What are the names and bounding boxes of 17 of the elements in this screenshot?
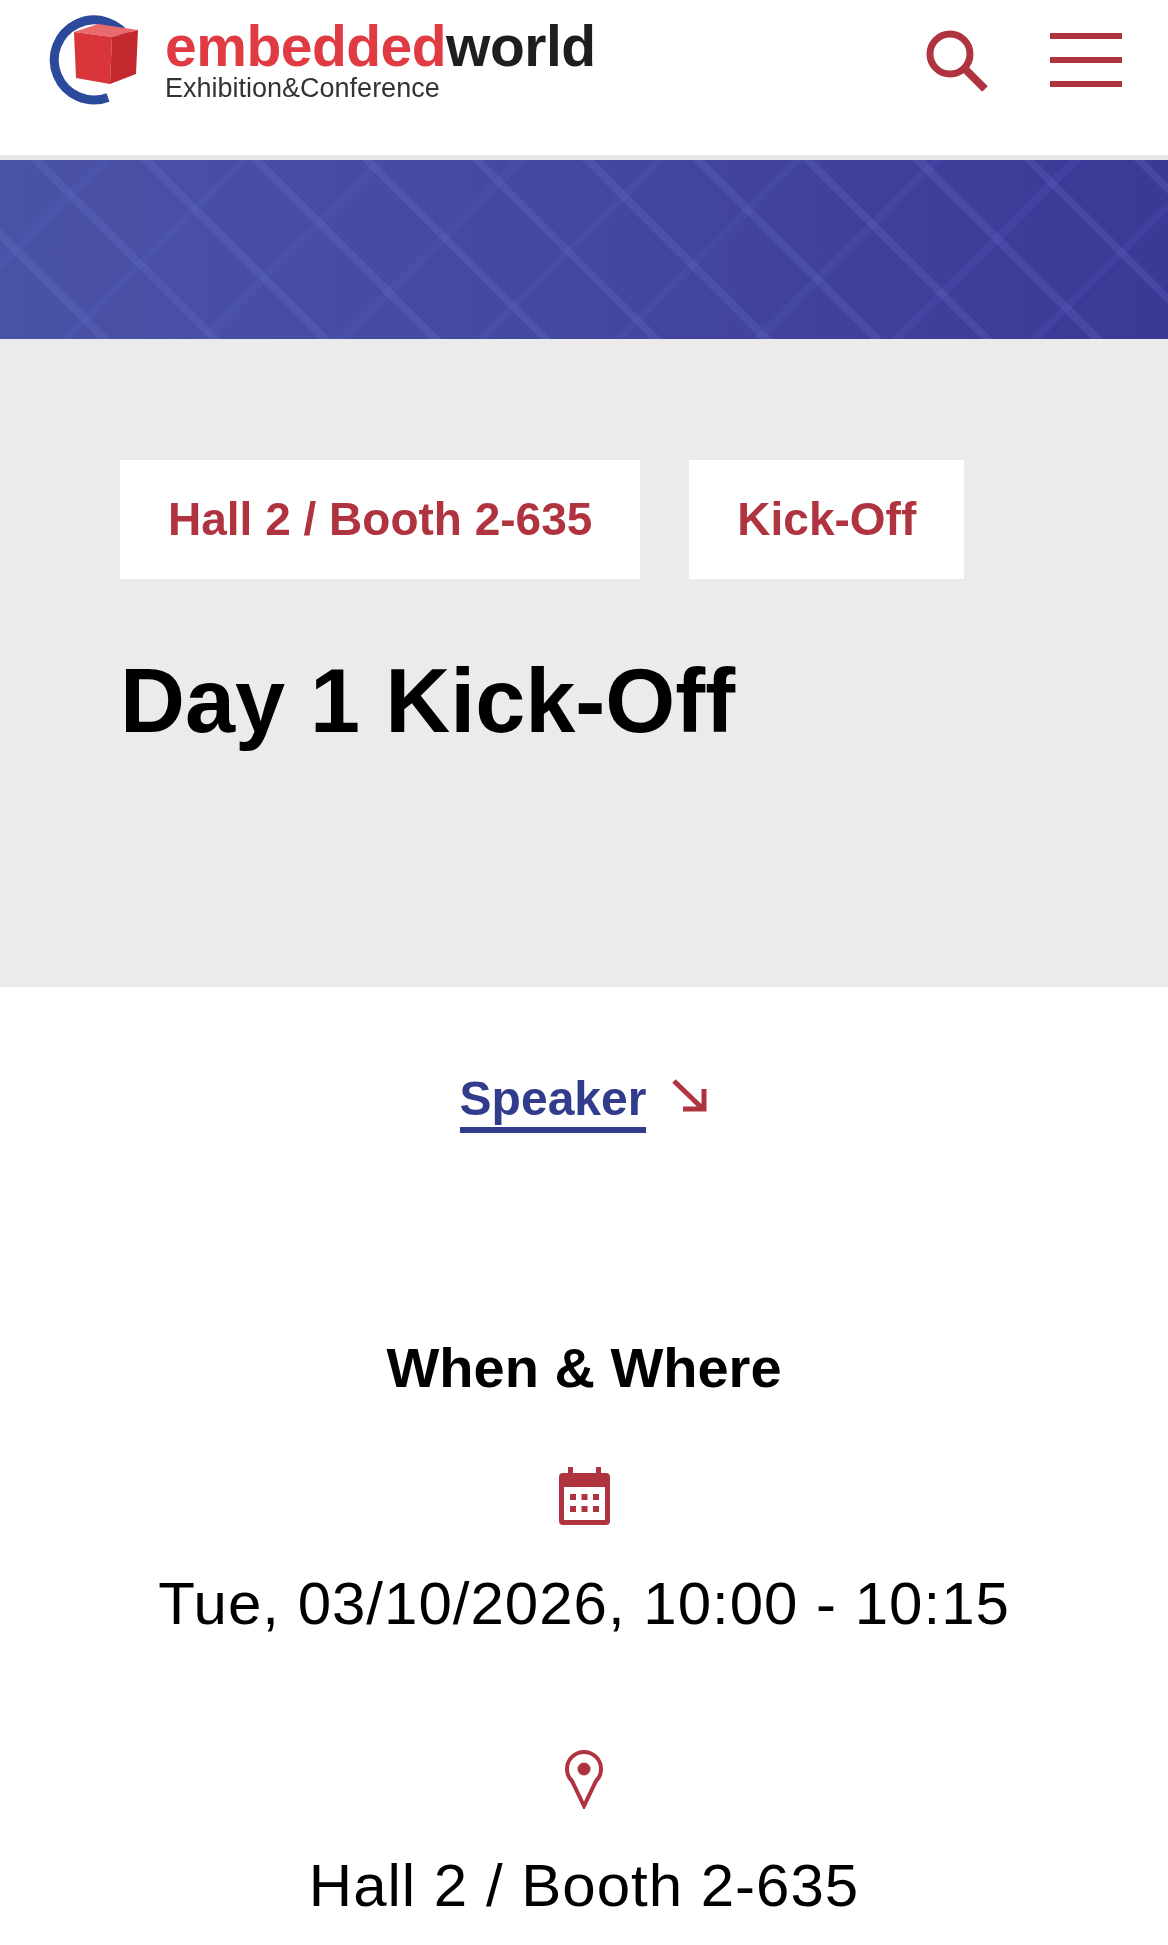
speaker-link[interactable]: Speaker — [459, 1070, 647, 1133]
session-location: Hall 2 / Booth 2-635 — [308, 1851, 860, 1921]
section-heading: When & Where — [386, 1335, 782, 1401]
calendar-icon — [556, 1467, 612, 1527]
session-date-time: Tue, 03/10/2026, 10:00 - 10:15 — [158, 1569, 1010, 1639]
search-button[interactable] — [924, 28, 988, 92]
logo-wordmark: embeddedworld — [165, 20, 596, 72]
session-title: Day 1 Kick-Off — [120, 650, 737, 753]
logo-icon — [48, 14, 140, 106]
tag[interactable]: Hall 2 / Booth 2-635 — [120, 460, 641, 579]
tag[interactable]: Kick-Off — [689, 460, 965, 579]
logo-tagline: Exhibition&Conference — [165, 72, 441, 104]
menu-icon — [1050, 33, 1122, 87]
arrow-down-right-icon — [671, 1078, 709, 1113]
map-pin-icon — [563, 1749, 605, 1809]
menu-button[interactable] — [1050, 33, 1122, 87]
search-icon — [924, 28, 988, 92]
